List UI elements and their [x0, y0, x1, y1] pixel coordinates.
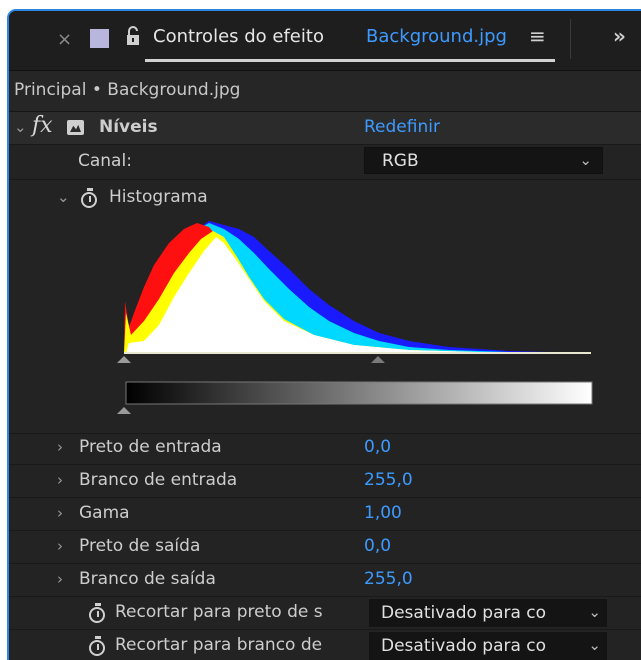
clip-value: Desativado para co	[381, 603, 547, 623]
output-black-slider[interactable]	[117, 407, 131, 414]
property-value[interactable]: 255,0	[364, 470, 413, 490]
property-row[interactable]: › Preto de saída 0,0	[9, 531, 641, 564]
effect-name: Níveis	[99, 117, 158, 137]
panel-tab-bar: × Controles do efeito Background.jpg ≡ »	[9, 11, 641, 71]
histogram-graph[interactable]	[9, 217, 641, 433]
stopwatch-icon[interactable]	[81, 188, 97, 208]
fx-toggle-icon[interactable]: fx	[32, 113, 53, 138]
levels-effect-icon	[67, 120, 84, 135]
stopwatch-icon[interactable]	[89, 636, 105, 656]
reset-link[interactable]: Redefinir	[364, 117, 440, 137]
histogram-label: Histograma	[109, 187, 208, 207]
panel-menu-icon[interactable]: ≡	[529, 24, 546, 48]
channel-value: RGB	[382, 151, 419, 171]
property-value[interactable]: 0,0	[364, 437, 391, 457]
chevron-right-icon[interactable]: ›	[57, 471, 63, 489]
clip-label: Recortar para branco de	[115, 635, 323, 655]
channel-dropdown[interactable]: RGB ⌄	[364, 147, 603, 174]
breadcrumb: Principal • Background.jpg	[9, 71, 641, 112]
channel-row: Canal: RGB ⌄	[9, 145, 641, 180]
tab-separator	[570, 19, 571, 59]
chevron-right-icon[interactable]: ›	[57, 570, 63, 588]
channel-label: Canal:	[78, 151, 132, 171]
chevron-down-icon: ⌄	[579, 151, 592, 169]
clip-dropdown[interactable]: Desativado para co ⌄	[369, 599, 607, 627]
property-label: Branco de entrada	[79, 470, 238, 490]
clip-label: Recortar para preto de s	[115, 602, 323, 622]
property-label: Preto de entrada	[79, 437, 222, 457]
chevron-down-icon: ⌄	[588, 603, 601, 621]
clip-row: Recortar para branco de Desativado para …	[9, 630, 641, 660]
property-label: Preto de saída	[79, 536, 201, 556]
close-tab-icon[interactable]: ×	[57, 29, 72, 50]
chevron-right-icon[interactable]: ›	[57, 504, 63, 522]
property-row[interactable]: › Gama 1,00	[9, 498, 641, 531]
lock-icon[interactable]	[125, 25, 141, 47]
overflow-tabs-icon[interactable]: »	[613, 24, 626, 48]
property-row[interactable]: › Branco de entrada 255,0	[9, 465, 641, 498]
label-color-swatch[interactable]	[90, 29, 109, 48]
histogram-area	[9, 217, 641, 434]
property-label: Branco de saída	[79, 569, 216, 589]
chevron-down-icon: ⌄	[588, 636, 601, 654]
stopwatch-icon[interactable]	[89, 603, 105, 623]
property-value[interactable]: 0,0	[364, 536, 391, 556]
layer-name-link[interactable]: Background.jpg	[366, 26, 507, 47]
effect-header-row[interactable]: ⌄ fx Níveis Redefinir	[9, 112, 641, 145]
histogram-row[interactable]: ⌄ Histograma	[9, 180, 641, 217]
property-value[interactable]: 255,0	[364, 569, 413, 589]
chevron-down-icon[interactable]: ⌄	[57, 188, 70, 206]
panel-tab-title[interactable]: Controles do efeito	[153, 26, 324, 47]
property-row[interactable]: › Preto de entrada 0,0	[9, 432, 641, 465]
breadcrumb-text: Principal • Background.jpg	[14, 80, 241, 100]
chevron-down-icon[interactable]: ⌄	[14, 118, 27, 136]
active-tab-underline	[145, 59, 555, 62]
clip-value: Desativado para co	[381, 636, 547, 656]
output-gradient-bar	[125, 381, 593, 405]
property-label: Gama	[79, 503, 130, 523]
input-gamma-slider[interactable]	[371, 356, 385, 363]
clip-dropdown[interactable]: Desativado para co ⌄	[369, 632, 607, 660]
input-black-slider[interactable]	[117, 356, 131, 363]
window-frame: × Controles do efeito Background.jpg ≡ »…	[0, 0, 641, 660]
clip-row: Recortar para preto de s Desativado para…	[9, 597, 641, 630]
chevron-right-icon[interactable]: ›	[57, 438, 63, 456]
property-row[interactable]: › Branco de saída 255,0	[9, 564, 641, 597]
chevron-right-icon[interactable]: ›	[57, 537, 63, 555]
property-value[interactable]: 1,00	[364, 503, 402, 523]
effect-controls-panel: × Controles do efeito Background.jpg ≡ »…	[7, 9, 641, 660]
